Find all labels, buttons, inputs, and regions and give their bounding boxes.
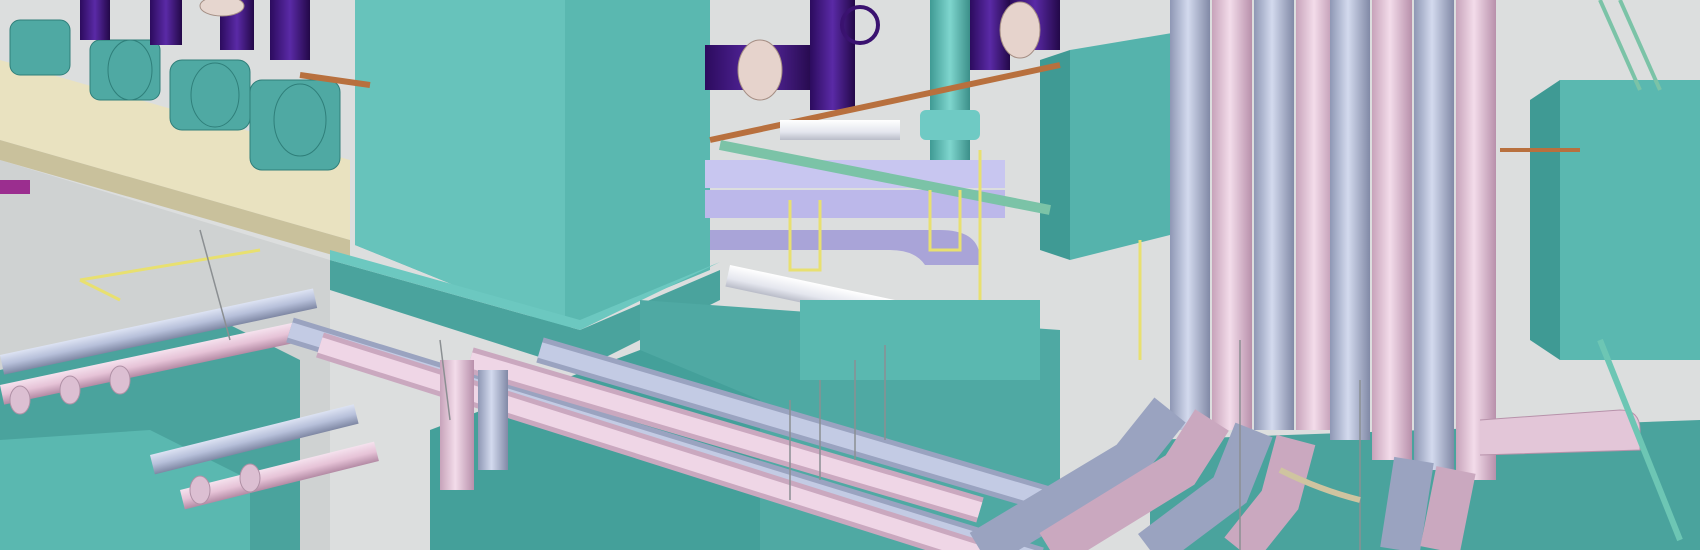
pump-flange <box>199 0 245 17</box>
teal-housing-right <box>1040 30 1190 260</box>
piping-plant-3d-render <box>0 0 1700 550</box>
